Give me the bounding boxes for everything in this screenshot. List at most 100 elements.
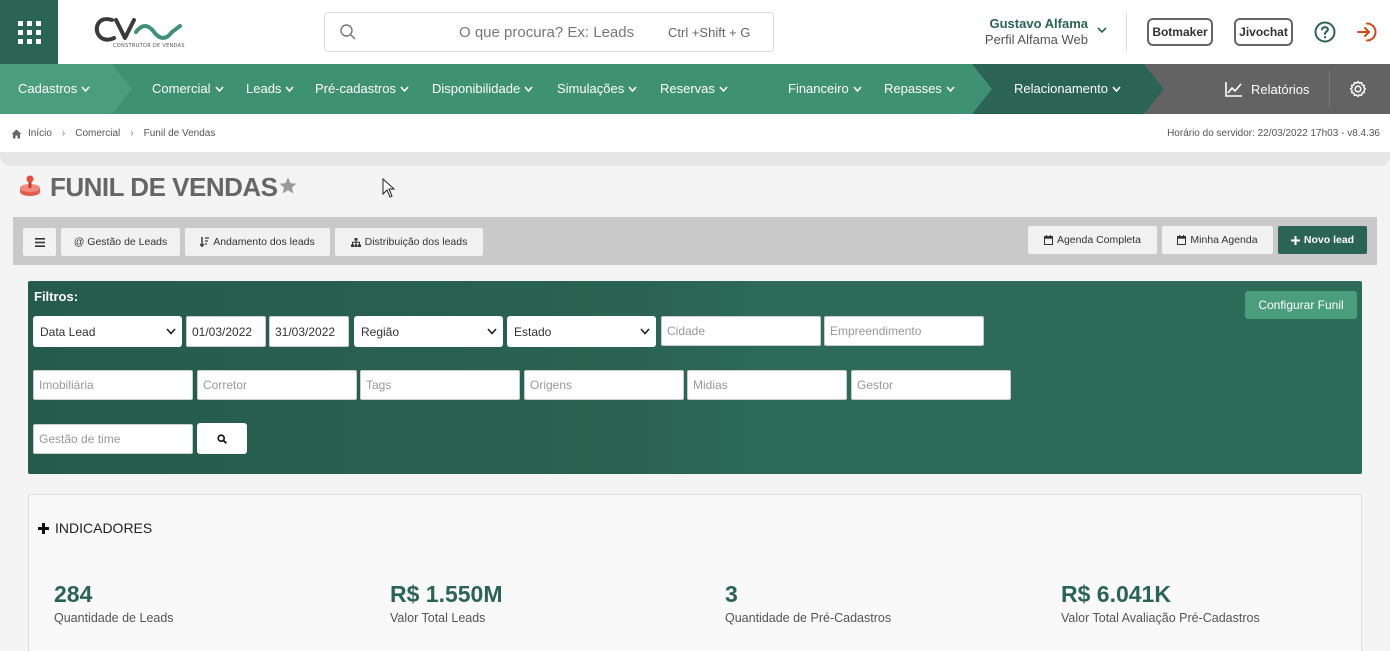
date-to-input[interactable]: 31/03/2022 [269, 316, 349, 347]
nav-financeiro-label: Financeiro [788, 81, 849, 96]
distribuicao-leads-button[interactable]: Distribuição dos leads [335, 228, 483, 256]
indicator-card: R$ 1.550M Valor Total Leads [390, 581, 503, 625]
nav-financeiro[interactable]: Financeiro [788, 81, 862, 96]
nav-repasses[interactable]: Repasses [884, 81, 955, 96]
andamento-leads-button[interactable]: Andamento dos leads [185, 228, 330, 256]
gear-icon[interactable] [1349, 80, 1367, 98]
nav-divider [1329, 70, 1330, 108]
divider-strip [0, 152, 1390, 166]
chevron-down-icon [1112, 85, 1121, 92]
filters-panel: Filtros: Configurar Funil Data Lead 01/0… [28, 281, 1362, 474]
filter-search-button[interactable] [197, 423, 247, 454]
indicator-card: R$ 6.041K Valor Total Avaliação Pré-Cada… [1061, 581, 1260, 625]
regiao-select[interactable]: Região [354, 316, 503, 347]
server-time: Horário do servidor: 22/03/2022 17h03 - … [1167, 128, 1380, 139]
filters-label: Filtros: [34, 289, 79, 304]
indicator-value: R$ 1.550M [390, 581, 503, 607]
empreendimento-input[interactable]: Empreendimento [824, 316, 984, 346]
chevron-down-icon [719, 85, 728, 92]
origens-input[interactable]: Origens [524, 370, 684, 400]
regiao-value: Região [361, 324, 400, 339]
minha-agenda-button[interactable]: Minha Agenda [1162, 226, 1273, 254]
chevron-down-icon [640, 328, 650, 335]
nav-pre-cadastros-label: Pré-cadastros [315, 81, 396, 96]
date-type-select[interactable]: Data Lead [33, 316, 182, 347]
search-placeholder: O que procura? Ex: Leads [459, 24, 635, 41]
global-search-input[interactable]: O que procura? Ex: Leads Ctrl +Shift + G [324, 12, 774, 52]
tags-input[interactable]: Tags [360, 370, 520, 400]
chevron-down-icon [487, 328, 497, 335]
midias-input[interactable]: Midias [687, 370, 847, 400]
nav-reservas-label: Reservas [660, 81, 715, 96]
apps-menu-button[interactable] [0, 0, 58, 64]
nav-cadastros-label: Cadastros [18, 81, 78, 96]
star-icon[interactable] [278, 176, 298, 196]
plus-icon [1290, 235, 1300, 245]
hamburger-icon [34, 237, 45, 247]
nav-disponibilidade-label: Disponibilidade [432, 81, 521, 96]
nav-repasses-label: Repasses [884, 81, 942, 96]
indicator-label: Quantidade de Leads [54, 611, 174, 625]
user-menu[interactable]: Gustavo Alfama Perfil Alfama Web [985, 16, 1088, 47]
chevron-down-icon [214, 85, 224, 92]
indicator-label: Valor Total Avaliação Pré-Cadastros [1061, 611, 1260, 625]
date-type-value: Data Lead [40, 324, 96, 339]
indicator-value: R$ 6.041K [1061, 581, 1171, 607]
nav-leads-label: Leads [246, 81, 282, 96]
breadcrumb-comercial[interactable]: Comercial [75, 128, 120, 139]
botmaker-button[interactable]: Botmaker [1147, 18, 1213, 46]
search-icon [340, 24, 356, 40]
chevron-down-icon [853, 85, 862, 92]
novo-lead-button[interactable]: Novo lead [1278, 226, 1367, 254]
gestao-leads-button[interactable]: @ Gestão de Leads [61, 228, 180, 256]
gestor-input[interactable]: Gestor [851, 370, 1011, 400]
indicators-title: INDICADORES [55, 520, 153, 536]
nav-reservas[interactable]: Reservas [660, 81, 728, 96]
nav-relatorios-label: Relatórios [1251, 81, 1310, 97]
nav-relacionamento-label: Relacionamento [1014, 81, 1108, 96]
main-nav: Cadastros Comercial Leads Pré-cadastros … [0, 64, 1390, 114]
indicator-value: 284 [54, 581, 93, 607]
estado-select[interactable]: Estado [507, 316, 656, 347]
apps-grid-icon [17, 20, 41, 44]
chevron-down-icon [524, 85, 533, 92]
cidade-input[interactable]: Cidade [661, 316, 821, 346]
agenda-completa-button[interactable]: Agenda Completa [1028, 226, 1157, 254]
calendar-icon [1177, 235, 1187, 245]
page-title: FUNIL DE VENDAS [50, 172, 278, 202]
nav-disponibilidade[interactable]: Disponibilidade [432, 81, 533, 96]
novo-lead-label: Novo lead [1303, 234, 1355, 246]
logout-icon[interactable] [1355, 21, 1377, 43]
distribuicao-leads-label: Distribuição dos leads [364, 236, 468, 248]
breadcrumb-bar: Início › Comercial › Funil de Vendas Hor… [0, 114, 1390, 152]
gestao-time-input[interactable]: Gestão de time [33, 424, 193, 454]
nav-cadastros[interactable]: Cadastros [18, 81, 90, 96]
chevron-down-icon [400, 85, 409, 92]
search-shortcut-hint: Ctrl +Shift + G [668, 25, 751, 40]
nav-relatorios[interactable]: Relatórios [1225, 81, 1310, 97]
configurar-funil-button[interactable]: Configurar Funil [1245, 291, 1357, 319]
chevron-down-icon [81, 85, 90, 92]
nav-simulacoes[interactable]: Simulações [557, 81, 637, 96]
help-icon[interactable] [1314, 21, 1336, 43]
sort-icon [200, 237, 210, 247]
indicator-label: Valor Total Leads [390, 611, 486, 625]
nav-pre-cadastros[interactable]: Pré-cadastros [315, 81, 409, 96]
search-icon [217, 433, 227, 444]
breadcrumb-home[interactable]: Início [28, 128, 52, 139]
corretor-input[interactable]: Corretor [197, 370, 357, 400]
nav-relacionamento[interactable]: Relacionamento [1014, 81, 1121, 96]
imobiliaria-input[interactable]: Imobiliária [33, 370, 193, 400]
chevron-down-icon [946, 85, 955, 92]
hamburger-menu-button[interactable] [23, 228, 56, 256]
home-icon [11, 129, 22, 138]
chevron-down-icon[interactable] [1097, 25, 1107, 35]
minha-agenda-label: Minha Agenda [1190, 234, 1258, 246]
indicators-toggle[interactable]: INDICADORES [38, 520, 152, 536]
date-from-input[interactable]: 01/03/2022 [186, 316, 266, 347]
nav-leads[interactable]: Leads [246, 81, 295, 96]
nav-comercial[interactable]: Comercial [152, 81, 224, 96]
jivochat-button[interactable]: Jivochat [1234, 18, 1293, 46]
chevron-right-icon: › [130, 128, 134, 139]
indicator-label: Quantidade de Pré-Cadastros [725, 611, 892, 625]
